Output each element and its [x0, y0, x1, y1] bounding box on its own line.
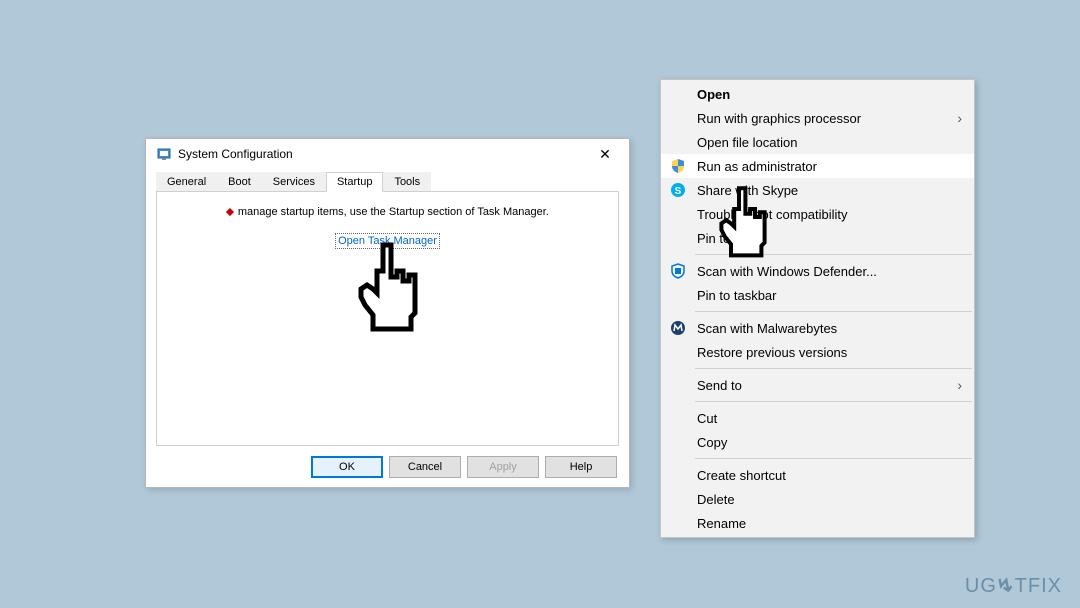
menu-separator [695, 458, 972, 459]
menu-item-label: Send to [697, 378, 742, 393]
tab-startup[interactable]: Startup [326, 172, 383, 192]
menu-item-scan-with-windows-defender[interactable]: Scan with Windows Defender... [661, 259, 974, 283]
chevron-right-icon: › [957, 377, 962, 393]
menu-item-rename[interactable]: Rename [661, 511, 974, 535]
cursor-hand-icon [715, 185, 771, 261]
menu-item-share-with-skype[interactable]: SShare with Skype [661, 178, 974, 202]
bullet-icon: ⬥ [226, 206, 234, 218]
menu-item-troubleshoot-compatibility[interactable]: Troubleshoot compatibility [661, 202, 974, 226]
context-menu: Open Run with graphics processor › Open fil… [660, 79, 975, 538]
apply-button[interactable]: Apply [467, 456, 539, 478]
menu-item-label: Restore previous versions [697, 345, 847, 360]
malwarebytes-icon [669, 319, 687, 337]
ok-button[interactable]: OK [311, 456, 383, 478]
menu-item-delete[interactable]: Delete [661, 487, 974, 511]
menu-item-run-as-administrator[interactable]: Run as administrator [661, 154, 974, 178]
menu-item-restore-previous-versions[interactable]: Restore previous versions [661, 340, 974, 364]
menu-item-label: Scan with Malwarebytes [697, 321, 837, 336]
menu-item-open[interactable]: Open [661, 82, 974, 106]
menu-item-label: Copy [697, 435, 727, 450]
shield-icon [669, 157, 687, 175]
app-icon [156, 146, 172, 162]
menu-item-scan-with-malwarebytes[interactable]: Scan with Malwarebytes [661, 316, 974, 340]
dialog-title: System Configuration [178, 147, 585, 161]
watermark: UG↯TFIX [965, 573, 1062, 598]
menu-separator [695, 368, 972, 369]
menu-item-label: Rename [697, 516, 746, 531]
tab-services[interactable]: Services [262, 172, 326, 192]
titlebar: System Configuration ✕ [146, 139, 629, 169]
close-button[interactable]: ✕ [585, 140, 625, 168]
menu-item-pin-to-taskbar[interactable]: Pin to taskbar [661, 283, 974, 307]
menu-item-label: Open [697, 87, 730, 102]
menu-item-send-to[interactable]: Send to › [661, 373, 974, 397]
menu-item-label: Cut [697, 411, 717, 426]
cancel-button[interactable]: Cancel [389, 456, 461, 478]
menu-item-open-file-location[interactable]: Open file location [661, 130, 974, 154]
menu-item-run-with-graphics-processor[interactable]: Run with graphics processor › [661, 106, 974, 130]
help-button[interactable]: Help [545, 456, 617, 478]
tab-tools[interactable]: Tools [383, 172, 431, 192]
tab-boot[interactable]: Boot [217, 172, 262, 192]
skype-icon: S [669, 181, 687, 199]
defender-icon [669, 262, 687, 280]
menu-item-label: Scan with Windows Defender... [697, 264, 877, 279]
menu-item-label: Run with graphics processor [697, 111, 861, 126]
startup-hint: ⬥manage startup items, use the Startup s… [157, 206, 618, 219]
svg-text:S: S [675, 186, 682, 197]
menu-item-cut[interactable]: Cut [661, 406, 974, 430]
menu-item-label: Pin to taskbar [697, 288, 777, 303]
menu-item-create-shortcut[interactable]: Create shortcut [661, 463, 974, 487]
cursor-hand-icon [353, 241, 423, 336]
tab-general[interactable]: General [156, 172, 217, 192]
menu-separator [695, 401, 972, 402]
chevron-right-icon: › [957, 110, 962, 126]
menu-item-label: Open file location [697, 135, 797, 150]
menu-item-label: Delete [697, 492, 735, 507]
menu-separator [695, 311, 972, 312]
menu-item-label: Create shortcut [697, 468, 786, 483]
menu-item-copy[interactable]: Copy [661, 430, 974, 454]
menu-item-pin-to-start[interactable]: Pin to Start [661, 226, 974, 250]
menu-item-label: Run as administrator [697, 159, 817, 174]
dialog-buttons: OK Cancel Apply Help [146, 446, 629, 488]
tab-bar: General Boot Services Startup Tools [156, 171, 619, 191]
